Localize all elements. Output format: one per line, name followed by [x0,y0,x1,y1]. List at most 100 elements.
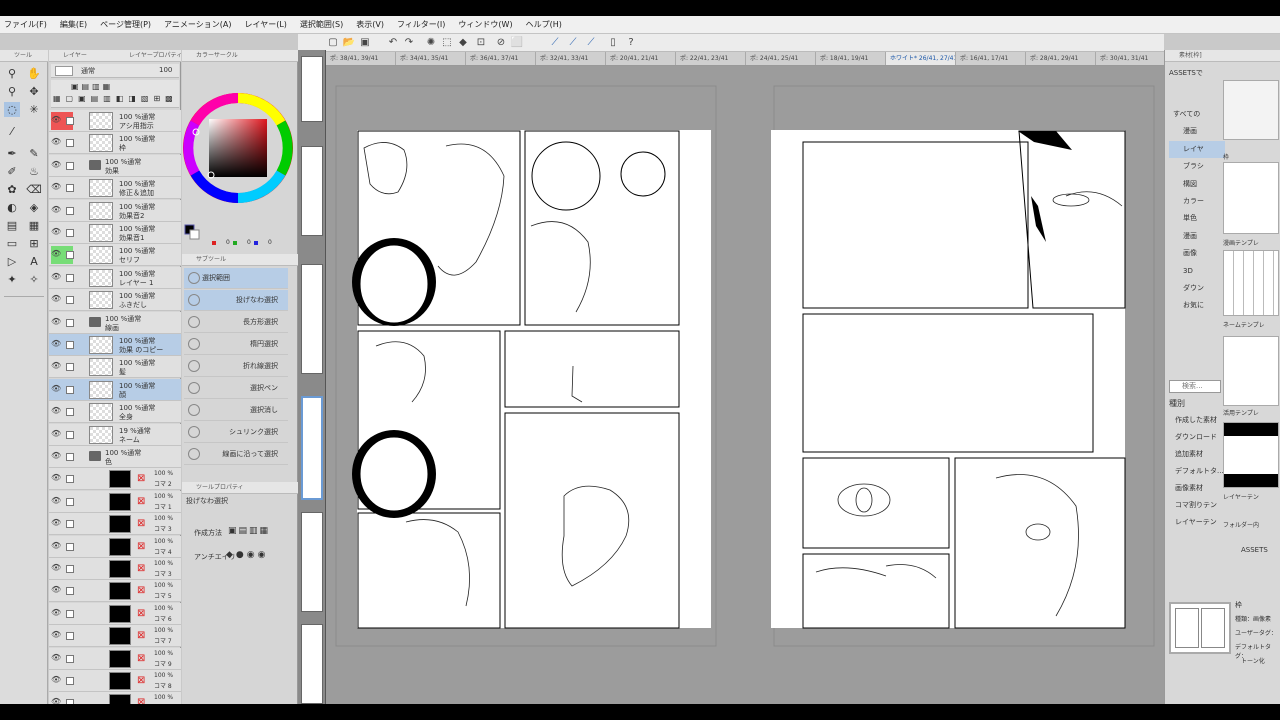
page-tab[interactable]: ポ: 36/41, 37/41 [466,52,536,65]
crop-icon[interactable]: ⊡ [474,36,488,50]
page-tab[interactable]: ポ: 24/41, 25/41 [746,52,816,65]
eye-icon[interactable]: 👁 [51,205,61,215]
material-search-input[interactable]: 検索... [1169,380,1221,393]
subtool-item[interactable]: 投げなわ選択 [184,290,288,311]
page-thumbnail[interactable] [301,624,323,704]
canvas-area[interactable] [326,66,1164,704]
menu-item[interactable]: ページ管理(P) [100,19,151,30]
creation-method-icons[interactable]: ▣▤▥▦ [228,526,270,536]
layer-lock-checkbox[interactable] [66,161,74,170]
material-tree-item[interactable]: 構図 [1169,176,1225,193]
menu-item[interactable]: レイヤー(L) [244,19,286,30]
blend-icon[interactable]: ◐ [4,200,20,215]
page-tab[interactable]: ポ: 28/41, 29/41 [1026,52,1096,65]
layer-color-swatch[interactable] [55,66,73,76]
page-tab[interactable]: ポ: 18/41, 19/41 [816,52,886,65]
layer-row[interactable]: 👁 ⊠ 100 % コマ 3 [49,513,181,536]
material-category-item[interactable]: 作成した素材 [1169,412,1225,428]
eye-icon[interactable]: 👁 [51,451,61,461]
material-item-name[interactable] [1223,250,1279,316]
ruler-icon[interactable]: ⊞ [26,236,42,251]
opacity-value[interactable]: 100 [159,66,172,74]
layer-row[interactable]: 👁 100 %通常枠 [49,132,181,155]
loading-icon[interactable]: ✺ [424,36,438,50]
ruler-snap-icon[interactable]: ⟋ [566,36,580,50]
material-tree-item[interactable]: お気に [1169,297,1225,314]
brush-icon[interactable]: ✐ [4,164,20,179]
eraser-icon[interactable]: ⌫ [26,182,42,197]
folder-icon[interactable] [89,316,101,327]
eye-icon[interactable]: 👁 [51,585,61,595]
page-tab[interactable]: ポ: 22/41, 23/41 [676,52,746,65]
material-tree-item[interactable]: レイヤ [1169,140,1225,158]
eye-icon[interactable]: 👁 [51,541,61,551]
eye-icon[interactable]: 👁 [51,115,61,125]
layer-row[interactable]: 👁 100 %通常 効果 [49,154,181,177]
lasso-icon[interactable]: ◌ [4,102,20,117]
layer-row[interactable]: 👁 100 %通常 修正＆追加 [49,177,181,200]
tool-tab[interactable]: ツール [0,50,48,62]
airbrush-icon[interactable]: ♨ [26,164,42,179]
eye-icon[interactable]: 👁 [51,384,61,394]
material-tree-item[interactable]: ブラシ [1169,158,1225,175]
layer-lock-checkbox[interactable] [66,296,74,305]
eye-icon[interactable]: 👁 [51,137,61,147]
page-tab[interactable]: ポ: 20/41, 21/41 [606,52,676,65]
text-icon[interactable]: ▷ [4,254,20,269]
page-tab[interactable]: ポ: 16/41, 17/41 [956,52,1026,65]
eye-icon[interactable]: 👁 [51,675,61,685]
material-tree-item[interactable]: すべての [1169,106,1225,123]
material-item-frame[interactable] [1223,80,1279,140]
layer-row[interactable]: 👁 ⊠ 100 % コマ 4 [49,535,181,558]
eyedropper-icon[interactable]: ⁄ [4,124,20,139]
layer-row[interactable]: 👁 100 %通常 効果 のコピー [49,334,181,356]
layer-row[interactable]: 👁 ⊠ 100 % コマ 3 [49,558,181,580]
layer-row[interactable]: 👁 100 %通常 効果音2 [49,199,181,222]
color-b-value[interactable]: 0 [268,239,272,246]
menu-item[interactable]: 選択範囲(S) [300,19,343,30]
eye-icon[interactable]: 👁 [51,317,61,327]
material-tree-item[interactable]: 漫画 [1169,228,1225,245]
layer-lock-checkbox[interactable] [66,139,74,148]
search-layer-icon[interactable]: ⚲ [4,84,20,99]
menu-item[interactable]: 表示(V) [356,19,384,30]
eye-icon[interactable]: 👁 [51,249,61,259]
material-category-item[interactable]: 画像素材 [1169,480,1225,496]
material-tree-item[interactable]: 漫画 [1169,123,1225,140]
select-icon[interactable]: ⬜ [510,36,524,50]
help-icon[interactable]: ? [624,36,638,50]
subtool-item[interactable]: 楕円選択 [184,334,288,355]
layer-action-icons[interactable]: ▦▢▣▤▥◧◨▧⊞▩ [53,94,178,103]
layer-row[interactable]: 👁 100 %通常 アシ用指示 [49,110,181,132]
subtool-item[interactable]: 選択範囲 [184,268,288,289]
layer-row[interactable]: 👁 ⊠ 100 % コマ 2 [49,468,181,491]
assets-bottom-label[interactable]: ASSETS [1241,546,1268,554]
layer-row[interactable]: 👁 19 %通常 ネーム [49,423,181,446]
subtool-item[interactable]: 選択ペン [184,378,288,399]
eye-icon[interactable]: 👁 [51,429,61,439]
layer-row[interactable]: 👁 ⊠ 100 % コマ 6 [49,602,181,625]
gradient-icon[interactable]: ▤ [4,218,20,233]
layer-lock-checkbox[interactable] [66,520,74,529]
new-file-icon[interactable]: ▢ [326,36,340,50]
menu-item[interactable]: ウィンドウ(W) [458,19,512,30]
layer-row[interactable]: 👁 ⊠ 100 % コマ 5 [49,580,181,603]
folder-icon[interactable] [89,451,101,461]
layer-lock-checkbox[interactable] [66,654,74,663]
eye-icon[interactable]: 👁 [51,227,61,237]
layer-lock-checkbox[interactable] [66,587,74,596]
auto-select-icon[interactable]: ✳ [26,102,42,117]
layer-row[interactable]: 👁 100 %通常 線画 [49,311,181,334]
balloon-icon[interactable]: A [26,254,42,269]
page-icon[interactable]: ▯ [606,36,620,50]
eye-icon[interactable]: 👁 [51,653,61,663]
blend-mode-select[interactable]: 通常 [81,66,95,76]
eye-icon[interactable]: 👁 [51,563,61,573]
subtool-item[interactable]: シュリンク選択 [184,422,288,443]
pen-snap-icon[interactable]: ⟋ [548,36,562,50]
subtool-item[interactable]: 選択消し [184,400,288,421]
eye-icon[interactable]: 👁 [51,272,61,282]
move-icon[interactable]: ✥ [26,84,42,99]
layer-lock-checkbox[interactable] [66,318,74,327]
layer-lock-checkbox[interactable] [66,117,74,125]
